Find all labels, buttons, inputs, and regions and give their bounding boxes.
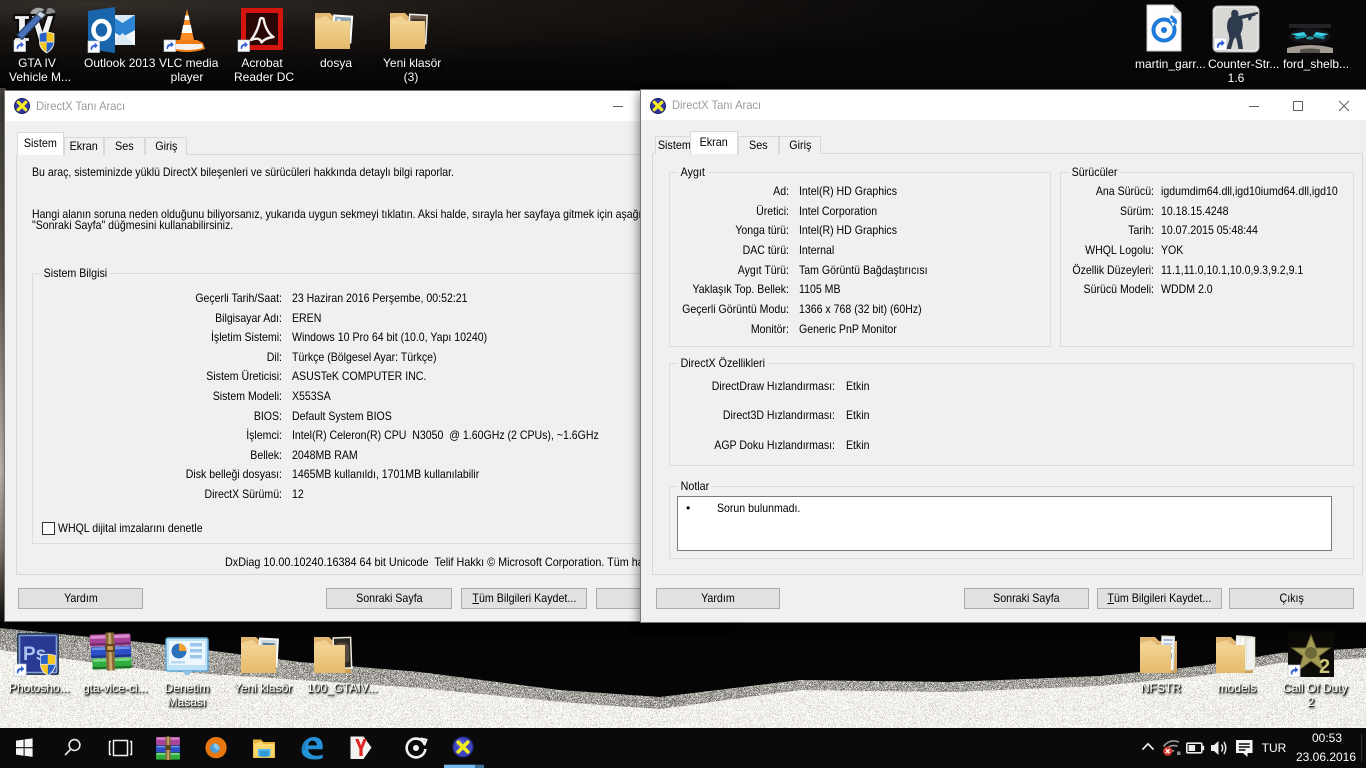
svg-text:2: 2	[1319, 656, 1330, 678]
